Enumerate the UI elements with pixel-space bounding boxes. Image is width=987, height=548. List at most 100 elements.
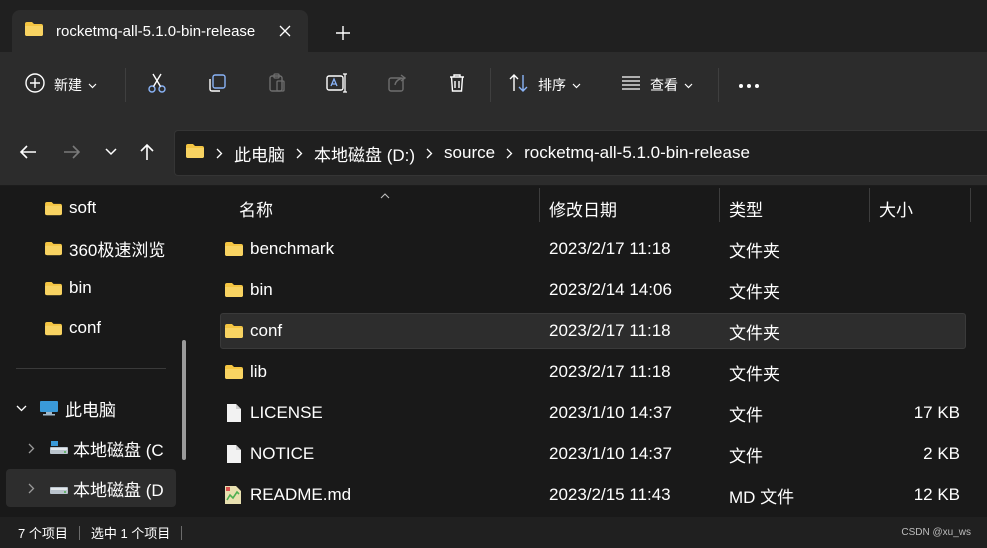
file-date: 2023/2/17 11:18 — [549, 321, 671, 340]
nav-item-bin[interactable]: bin — [0, 269, 178, 307]
nav-scrollbar[interactable] — [182, 340, 186, 460]
new-label: 新建 — [54, 77, 82, 93]
file-size — [880, 272, 960, 308]
file-date: 2023/1/10 14:37 — [549, 444, 672, 463]
paste-button[interactable] — [264, 66, 290, 104]
status-bar: 7 个项目 选中 1 个项目 — [0, 517, 987, 548]
nav-item-label: 此电脑 — [65, 400, 116, 420]
view-button[interactable]: 查看 — [620, 66, 693, 104]
share-button[interactable] — [384, 66, 410, 104]
sort-icon — [508, 72, 530, 99]
table-row[interactable]: benchmark 2023/2/17 11:18 文件夹 — [220, 231, 966, 267]
breadcrumb-this-pc[interactable]: 此电脑 — [234, 141, 285, 166]
file-type: 文件 — [729, 405, 763, 425]
column-header-date[interactable]: 修改日期 — [549, 186, 617, 230]
sort-ascending-icon — [380, 186, 390, 204]
file-size — [880, 313, 960, 349]
toolbar-divider — [718, 68, 719, 102]
file-date: 2023/1/10 14:37 — [549, 403, 672, 422]
breadcrumb-source[interactable]: source — [444, 143, 495, 163]
folder-icon — [44, 241, 63, 256]
chevron-down-icon[interactable] — [16, 405, 27, 412]
chevron-right-icon[interactable] — [216, 148, 223, 159]
chevron-right-icon[interactable] — [28, 443, 35, 454]
tab-title: rocketmq-all-5.1.0-bin-release — [56, 22, 256, 40]
file-date: 2023/2/17 11:18 — [549, 239, 671, 258]
chevron-right-icon[interactable] — [506, 148, 513, 159]
chevron-down-icon — [572, 76, 581, 94]
table-row[interactable]: lib 2023/2/17 11:18 文件夹 — [220, 354, 966, 390]
delete-button[interactable] — [444, 66, 470, 104]
list-view-icon — [620, 72, 642, 99]
folder-icon — [224, 354, 244, 390]
file-name: conf — [250, 321, 283, 340]
copy-button[interactable] — [204, 66, 230, 104]
nav-item-label: 本地磁盘 (D — [73, 480, 164, 500]
cut-button[interactable] — [144, 66, 170, 104]
file-size — [880, 354, 960, 390]
clipboard-icon — [266, 72, 288, 99]
column-divider[interactable] — [970, 188, 971, 222]
tab-strip: rocketmq-all-5.1.0-bin-release — [0, 0, 987, 52]
recent-locations-button[interactable] — [97, 138, 125, 166]
up-button[interactable] — [133, 138, 161, 166]
column-header-name[interactable]: 名称 — [239, 186, 273, 230]
add-circle-icon — [24, 72, 46, 99]
chevron-right-icon[interactable] — [426, 148, 433, 159]
chevron-right-icon[interactable] — [28, 483, 35, 494]
forward-button[interactable] — [58, 138, 86, 166]
table-row[interactable]: NOTICE 2023/1/10 14:37 文件 2 KB — [220, 436, 966, 472]
file-name: lib — [250, 362, 268, 381]
address-bar[interactable]: 此电脑 本地磁盘 (D:) source rocketmq-all-5.1.0-… — [174, 130, 987, 176]
file-type: 文件 — [729, 446, 763, 466]
breadcrumb-current-folder[interactable]: rocketmq-all-5.1.0-bin-release — [524, 143, 750, 163]
address-row: 此电脑 本地磁盘 (D:) source rocketmq-all-5.1.0-… — [0, 118, 987, 186]
column-divider[interactable] — [539, 188, 540, 222]
table-row[interactable]: bin 2023/2/14 14:06 文件夹 — [220, 272, 966, 308]
tab-current[interactable]: rocketmq-all-5.1.0-bin-release — [12, 10, 308, 52]
breadcrumb-local-disk-d[interactable]: 本地磁盘 (D:) — [314, 141, 415, 166]
toolbar-divider — [490, 68, 491, 102]
table-row[interactable]: README.md 2023/2/15 11:43 MD 文件 12 KB — [220, 477, 966, 513]
nav-item-soft[interactable]: soft — [0, 189, 178, 227]
sort-button[interactable]: 排序 — [508, 66, 581, 104]
nav-item-360-browser[interactable]: 360极速浏览 — [0, 229, 178, 267]
nav-item-conf[interactable]: conf — [0, 309, 178, 347]
file-type: 文件夹 — [729, 282, 780, 302]
column-divider[interactable] — [869, 188, 870, 222]
folder-icon — [224, 231, 244, 267]
file-name: README.md — [250, 485, 352, 504]
file-list: 名称 修改日期 类型 大小 benchmark 2023/2/17 11:18 … — [200, 186, 987, 517]
table-row-selected[interactable]: conf 2023/2/17 11:18 文件夹 — [220, 313, 966, 349]
chevron-down-icon — [88, 76, 97, 94]
chevron-right-icon[interactable] — [296, 148, 303, 159]
status-divider — [181, 525, 183, 540]
nav-item-local-disk-d[interactable]: 本地磁盘 (D — [6, 469, 176, 507]
copy-icon — [206, 72, 228, 99]
file-type: MD 文件 — [729, 487, 795, 507]
nav-item-local-disk-c[interactable]: 本地磁盘 (C — [0, 429, 178, 467]
nav-item-label: 本地磁盘 (C — [73, 440, 164, 460]
column-divider[interactable] — [719, 188, 720, 222]
selected-count: 选中 1 个项目 — [90, 526, 171, 541]
column-header-type[interactable]: 类型 — [729, 186, 763, 230]
file-name: benchmark — [250, 239, 335, 258]
watermark: CSDN @xu_ws — [901, 527, 971, 538]
column-header-size[interactable]: 大小 — [879, 186, 913, 230]
close-icon[interactable] — [274, 20, 296, 42]
file-size: 12 KB — [913, 485, 960, 504]
more-options-button[interactable] — [736, 66, 762, 104]
trash-icon — [446, 72, 468, 99]
sort-label: 排序 — [538, 77, 566, 93]
rename-button[interactable] — [324, 66, 350, 104]
back-button[interactable] — [14, 138, 42, 166]
nav-item-this-pc[interactable]: 此电脑 — [0, 389, 178, 427]
new-tab-button[interactable] — [330, 20, 356, 46]
nav-item-label: conf — [69, 318, 102, 337]
new-button[interactable]: 新建 — [24, 66, 97, 104]
scissors-icon — [146, 72, 168, 99]
table-row[interactable]: LICENSE 2023/1/10 14:37 文件 17 KB — [220, 395, 966, 431]
navigation-pane: soft 360极速浏览 bin conf 此电脑 本地磁盘 (C 本地磁盘 (… — [0, 186, 200, 517]
rename-icon — [325, 72, 349, 99]
folder-icon — [224, 272, 244, 308]
